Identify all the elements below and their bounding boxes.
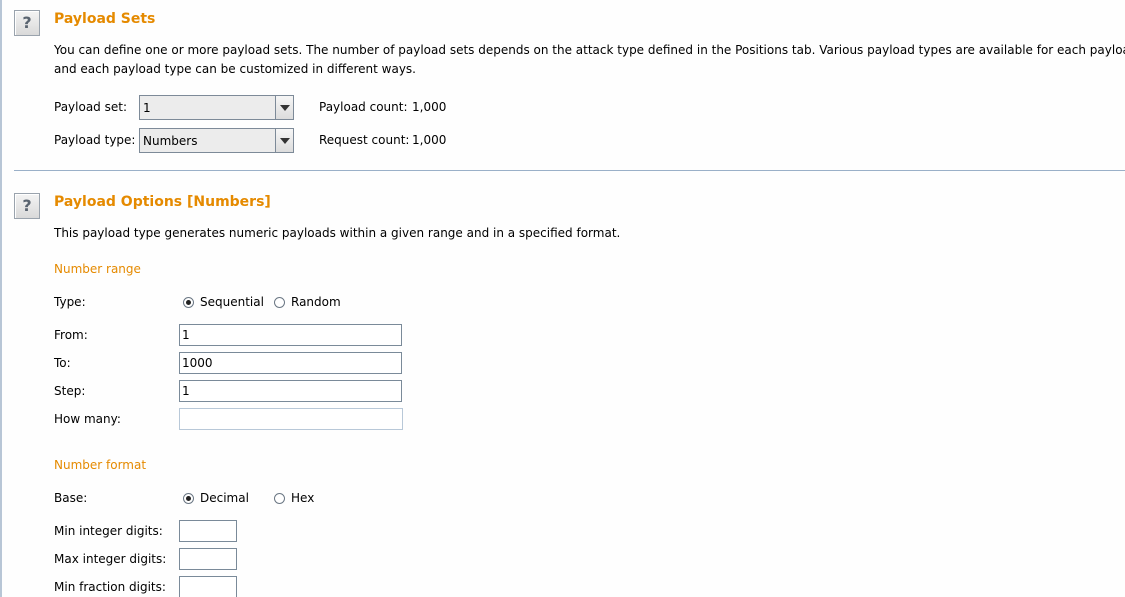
base-hex-radio[interactable]: Hex xyxy=(274,491,314,505)
payload-options-title: Payload Options [Numbers] xyxy=(54,194,271,210)
to-label: To: xyxy=(54,356,71,370)
payload-sets-title: Payload Sets xyxy=(54,11,156,27)
step-input[interactable]: 1 xyxy=(179,380,402,402)
chevron-down-icon[interactable] xyxy=(275,129,293,152)
base-decimal-radio[interactable]: Decimal xyxy=(183,491,249,505)
payload-set-dropdown[interactable]: 1 xyxy=(139,95,294,120)
from-label: From: xyxy=(54,328,88,342)
max-integer-digits-input[interactable] xyxy=(179,548,237,570)
payload-type-dropdown[interactable]: Numbers xyxy=(139,128,294,153)
payload-sets-description-line2: and each payload type can be customized … xyxy=(54,62,416,76)
how-many-label: How many: xyxy=(54,412,121,426)
type-sequential-radio[interactable]: Sequential xyxy=(183,295,264,309)
request-count-label: Request count: xyxy=(319,133,410,147)
radio-unchecked-icon[interactable] xyxy=(274,492,285,504)
chevron-down-icon[interactable] xyxy=(275,96,293,119)
base-decimal-label: Decimal xyxy=(200,491,249,505)
type-label: Type: xyxy=(54,295,86,309)
from-input[interactable]: 1 xyxy=(179,324,402,346)
step-label: Step: xyxy=(54,384,86,398)
payload-options-help-icon[interactable]: ? xyxy=(14,193,40,219)
type-random-radio[interactable]: Random xyxy=(274,295,341,309)
payload-sets-description-line1: You can define one or more payload sets.… xyxy=(54,43,1125,57)
number-range-heading: Number range xyxy=(54,262,141,276)
intruder-payloads-panel: ? Payload Sets You can define one or mor… xyxy=(0,0,1125,597)
radio-unchecked-icon[interactable] xyxy=(274,296,285,308)
section-divider xyxy=(14,170,1125,171)
base-label: Base: xyxy=(54,491,88,505)
type-random-label: Random xyxy=(291,295,341,309)
radio-checked-icon[interactable] xyxy=(183,492,194,504)
payload-set-value: 1 xyxy=(143,101,151,115)
payload-type-label: Payload type: xyxy=(54,133,136,147)
radio-checked-icon[interactable] xyxy=(183,296,194,308)
request-count-value: 1,000 xyxy=(412,133,447,147)
payload-count-label: Payload count: xyxy=(319,100,408,114)
min-integer-digits-label: Min integer digits: xyxy=(54,524,163,538)
how-many-input[interactable] xyxy=(179,408,403,430)
payload-sets-help-icon[interactable]: ? xyxy=(14,10,40,36)
base-hex-label: Hex xyxy=(291,491,315,505)
payload-set-label: Payload set: xyxy=(54,100,127,114)
number-format-heading: Number format xyxy=(54,458,147,472)
max-integer-digits-label: Max integer digits: xyxy=(54,552,167,566)
payload-count-value: 1,000 xyxy=(412,100,447,114)
min-integer-digits-input[interactable] xyxy=(179,520,237,542)
panel-left-border xyxy=(0,0,2,597)
min-fraction-digits-label: Min fraction digits: xyxy=(54,580,166,594)
min-fraction-digits-input[interactable] xyxy=(179,576,237,597)
payload-type-value: Numbers xyxy=(143,134,198,148)
type-sequential-label: Sequential xyxy=(200,295,264,309)
to-input[interactable]: 1000 xyxy=(179,352,402,374)
payload-options-description: This payload type generates numeric payl… xyxy=(54,226,621,240)
